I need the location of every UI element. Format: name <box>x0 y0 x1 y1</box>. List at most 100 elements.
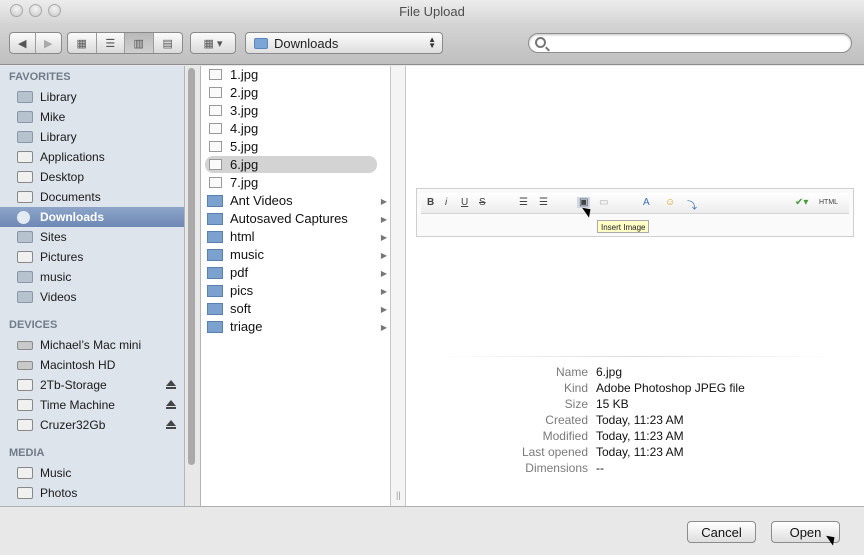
sidebar-item-library-2[interactable]: Library <box>0 127 184 147</box>
close-window-button[interactable] <box>10 4 23 17</box>
file-row-3jpg[interactable]: 3.jpg <box>205 102 377 119</box>
folder-row-ant-videos[interactable]: Ant Videos ▶ <box>205 192 387 209</box>
font-color-icon: A <box>643 197 650 208</box>
file-name: 2.jpg <box>230 85 259 100</box>
folder-row-pics[interactable]: pics ▶ <box>205 282 387 299</box>
disclosure-arrow-icon: ▶ <box>380 323 387 332</box>
sidebar-item-cruzer[interactable]: Cruzer32Gb <box>0 415 184 435</box>
file-row-4jpg[interactable]: 4.jpg <box>205 120 377 137</box>
folder-icon <box>207 303 223 315</box>
folder-row-autosaved-captures[interactable]: Autosaved Captures ▶ <box>205 210 387 227</box>
info-value: 15 KB <box>596 397 629 411</box>
zoom-window-button[interactable] <box>48 4 61 17</box>
sidebar-item-videos[interactable]: Videos <box>0 287 184 307</box>
sidebar-item-pictures[interactable]: Pictures <box>0 247 184 267</box>
search-icon <box>535 37 546 48</box>
info-key: Dimensions <box>525 461 588 475</box>
numbered-list-icon: ☰ <box>539 197 548 208</box>
search-input[interactable] <box>551 35 841 51</box>
icon-view-icon[interactable]: ▦ <box>68 33 97 53</box>
column-view-icon[interactable]: ▥ <box>125 33 154 53</box>
image-file-icon <box>209 141 222 152</box>
sidebar-item-mac-mini[interactable]: Michael’s Mac mini <box>0 335 184 355</box>
file-name: 1.jpg <box>230 67 259 82</box>
sidebar-item-label: Time Machine <box>40 398 115 412</box>
sidebar-item-music-media[interactable]: Music <box>0 463 184 483</box>
info-key: Size <box>564 397 588 411</box>
image-thumbnail: B i U S ☰ ☰ ▣ ▭ A ☺ ⤵ ✔▾ HTML Insert Ima… <box>416 188 854 237</box>
eject-icon[interactable] <box>166 380 176 389</box>
forward-arrow-icon[interactable]: ▶ <box>36 33 61 53</box>
computer-icon <box>17 341 33 350</box>
info-value: Today, 11:23 AM <box>596 429 684 443</box>
folder-icon <box>207 267 223 279</box>
back-arrow-icon[interactable]: ◀ <box>10 33 36 53</box>
preview-separator <box>436 356 834 357</box>
sidebar-item-label: Applications <box>40 150 105 164</box>
image-file-icon <box>209 69 222 80</box>
disclosure-arrow-icon: ▶ <box>380 197 387 206</box>
minimize-window-button[interactable] <box>29 4 42 17</box>
cancel-button[interactable]: Cancel <box>687 521 756 543</box>
sidebar-item-library[interactable]: Library <box>0 87 184 107</box>
column-resize-divider[interactable]: || <box>390 66 406 506</box>
folder-row-triage[interactable]: triage ▶ <box>205 318 387 335</box>
html-mode-icon: HTML <box>819 199 839 206</box>
home-icon <box>17 111 33 123</box>
sidebar-item-desktop[interactable]: Desktop <box>0 167 184 187</box>
info-key: Name <box>555 365 588 379</box>
downloads-icon <box>17 211 30 224</box>
sidebar-item-sites[interactable]: Sites <box>0 227 184 247</box>
sidebar-item-macintosh-hd[interactable]: Macintosh HD <box>0 355 184 375</box>
info-row-size: Size 15 KB <box>406 396 864 412</box>
sidebar-item-label: Sites <box>40 230 67 244</box>
documents-icon <box>17 191 33 203</box>
file-row-1jpg[interactable]: 1.jpg <box>205 66 377 83</box>
sidebar-item-label: Videos <box>40 290 77 304</box>
file-row-7jpg[interactable]: 7.jpg <box>205 174 377 191</box>
file-name: soft <box>230 301 251 316</box>
sidebar-item-mike[interactable]: Mike <box>0 107 184 127</box>
file-row-6jpg[interactable]: 6.jpg <box>205 156 377 173</box>
folder-row-soft[interactable]: soft ▶ <box>205 300 387 317</box>
arrange-menu[interactable]: ▦ ▾ <box>190 32 236 54</box>
location-popup[interactable]: Downloads ▲ ▼ <box>245 32 443 54</box>
file-name: 4.jpg <box>230 121 259 136</box>
sidebar-item-photos[interactable]: Photos <box>0 483 184 503</box>
sidebar-item-documents[interactable]: Documents <box>0 187 184 207</box>
folder-icon <box>207 321 223 333</box>
file-column: 1.jpg 2.jpg 3.jpg 4.jpg 5.jpg 6.jpg 7.jp… <box>200 66 390 506</box>
resize-grip-icon[interactable]: || <box>396 490 401 500</box>
sidebar: FAVORITES Library Mike Library Applicati… <box>0 66 185 506</box>
image-file-icon <box>209 177 222 188</box>
eject-icon[interactable] <box>166 420 176 429</box>
list-view-icon[interactable]: ☰ <box>97 33 125 53</box>
file-name: triage <box>230 319 263 334</box>
folder-row-html[interactable]: html ▶ <box>205 228 387 245</box>
bold-icon: B <box>427 197 435 208</box>
sidebar-item-applications[interactable]: Applications <box>0 147 184 167</box>
sidebar-item-music[interactable]: music <box>0 267 184 287</box>
image-placeholder-icon: ▭ <box>599 197 609 208</box>
window-title: File Upload <box>399 4 465 19</box>
folder-row-pdf[interactable]: pdf ▶ <box>205 264 387 281</box>
info-value: Today, 11:23 AM <box>596 413 684 427</box>
folder-icon <box>17 291 33 303</box>
sidebar-item-2tb-storage[interactable]: 2Tb-Storage <box>0 375 184 395</box>
editor-toolbar-image: B i U S ☰ ☰ ▣ ▭ A ☺ ⤵ ✔▾ HTML <box>421 193 849 214</box>
dialog-button-bar: Cancel Open <box>0 506 864 555</box>
info-row-last-opened: Last opened Today, 11:23 AM <box>406 444 864 460</box>
sidebar-item-time-machine[interactable]: Time Machine <box>0 395 184 415</box>
search-field[interactable] <box>528 33 852 53</box>
info-value: 6.jpg <box>596 365 623 379</box>
camera-icon <box>17 487 33 499</box>
file-row-5jpg[interactable]: 5.jpg <box>205 138 377 155</box>
sidebar-item-downloads[interactable]: Downloads <box>0 207 184 227</box>
folder-row-music[interactable]: music ▶ <box>205 246 387 263</box>
file-name: pics <box>230 283 254 298</box>
coverflow-view-icon[interactable]: ▤ <box>154 33 182 53</box>
sidebar-header-devices: DEVICES <box>9 319 58 331</box>
file-row-2jpg[interactable]: 2.jpg <box>205 84 377 101</box>
sidebar-scrollbar[interactable] <box>188 68 195 465</box>
eject-icon[interactable] <box>166 400 176 409</box>
